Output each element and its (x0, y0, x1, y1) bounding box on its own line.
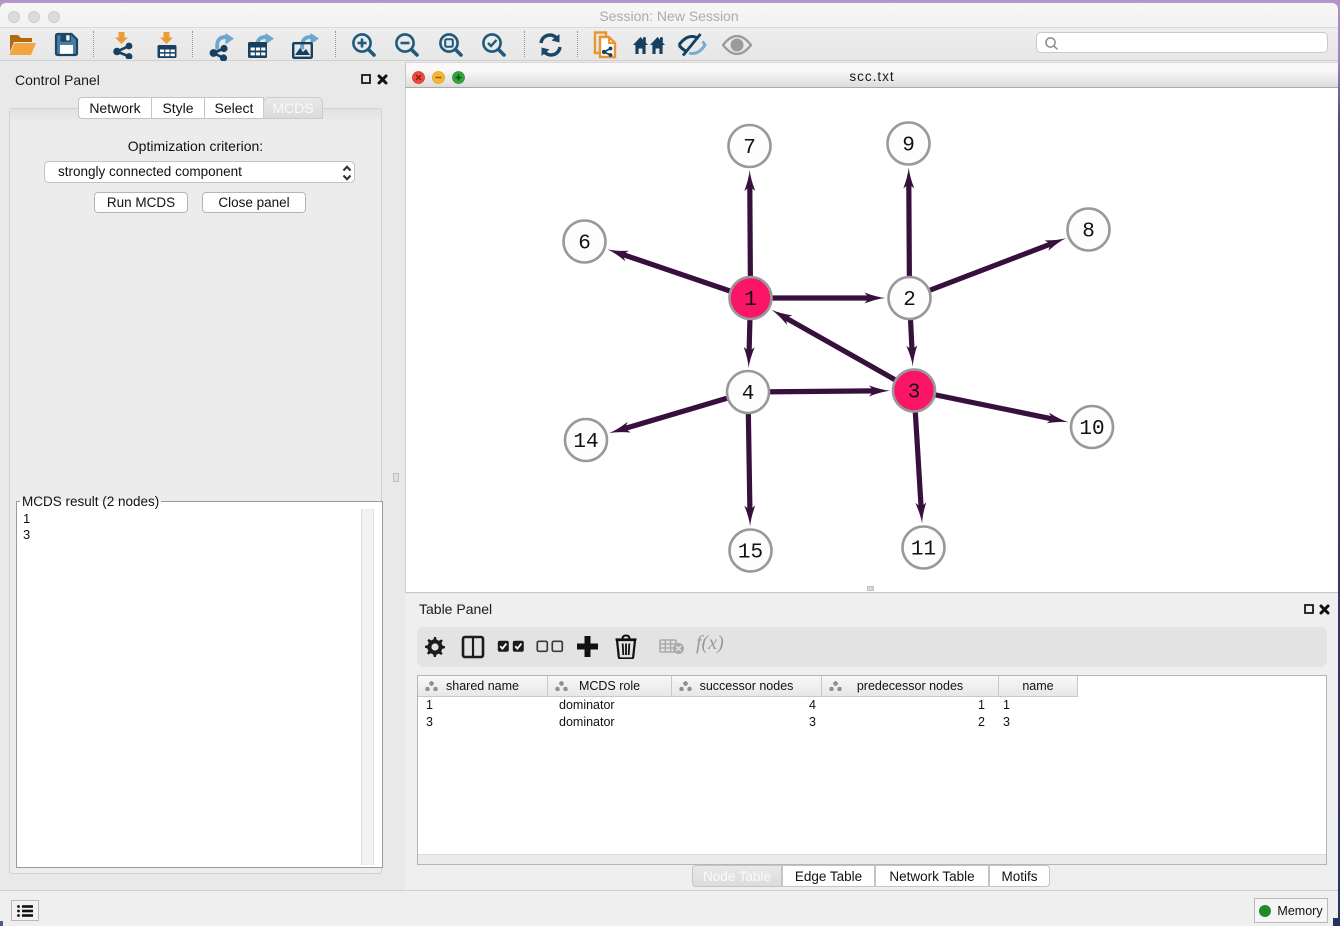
svg-text:11: 11 (911, 539, 936, 562)
svg-text:7: 7 (743, 137, 756, 160)
svg-text:4: 4 (742, 383, 755, 406)
svg-text:3: 3 (908, 382, 921, 405)
svg-text:14: 14 (573, 431, 598, 454)
svg-text:2: 2 (903, 289, 916, 312)
svg-text:8: 8 (1082, 221, 1095, 244)
svg-text:1: 1 (744, 289, 757, 312)
svg-text:15: 15 (738, 542, 763, 565)
svg-text:6: 6 (578, 233, 591, 256)
svg-text:9: 9 (902, 135, 915, 158)
svg-text:10: 10 (1079, 418, 1104, 441)
